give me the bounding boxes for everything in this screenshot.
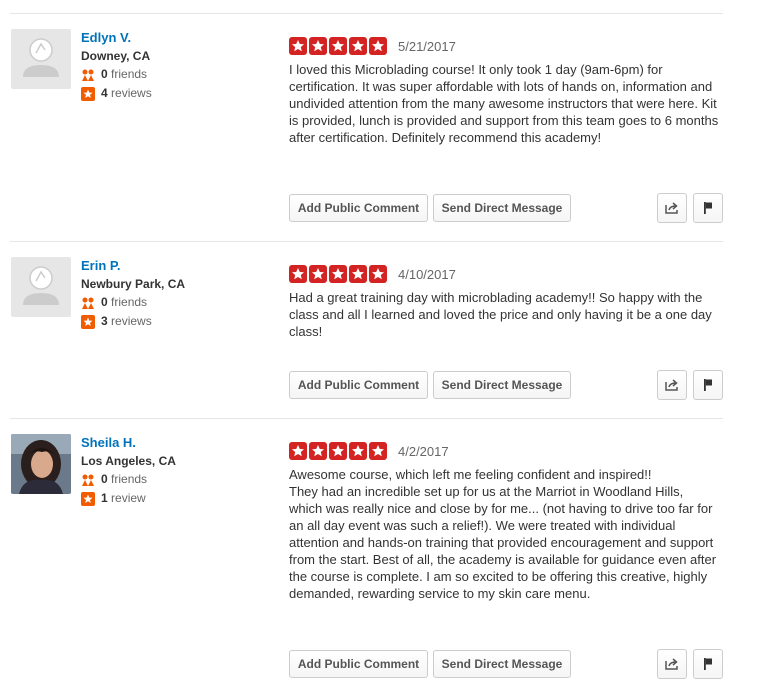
review-date: 4/2/2017 [398, 444, 449, 459]
default-avatar-icon [23, 38, 59, 77]
review-date: 4/10/2017 [398, 267, 456, 282]
star-icon [349, 442, 367, 460]
star-icon [369, 37, 387, 55]
add-public-comment-button[interactable]: Add Public Comment [289, 650, 428, 678]
flag-button[interactable] [693, 370, 723, 400]
star-rating [289, 442, 387, 460]
user-location: Los Angeles, CA [81, 454, 176, 468]
friends-count: 0 friends [81, 295, 147, 309]
reviews-count: 1 review [81, 491, 146, 506]
star-icon [349, 37, 367, 55]
add-public-comment-button[interactable]: Add Public Comment [289, 194, 428, 222]
flag-icon [704, 202, 712, 214]
share-icon [665, 658, 678, 670]
send-direct-message-button[interactable]: Send Direct Message [433, 371, 571, 399]
flag-icon [704, 379, 712, 391]
user-avatar[interactable] [11, 257, 71, 317]
review-text: I loved this Microblading course! It onl… [289, 62, 719, 145]
user-location: Downey, CA [81, 49, 151, 63]
review-text: Awesome course, which left me feeling co… [289, 467, 717, 601]
friends-count: 0 friends [81, 472, 147, 486]
flag-button[interactable] [693, 193, 723, 223]
share-button[interactable] [657, 649, 687, 679]
user-avatar[interactable] [11, 29, 71, 89]
star-icon [369, 265, 387, 283]
divider [10, 241, 723, 242]
friends-icon [82, 474, 94, 486]
star-icon [329, 442, 347, 460]
send-direct-message-button[interactable]: Send Direct Message [433, 650, 571, 678]
default-avatar-icon [23, 266, 59, 305]
star-icon [289, 37, 307, 55]
flag-icon [704, 658, 712, 670]
share-icon [665, 202, 678, 214]
reviews-count: 3 reviews [81, 314, 152, 329]
friends-icon [82, 69, 94, 81]
divider [10, 13, 723, 14]
friends-count: 0 friends [81, 67, 147, 81]
star-icon [329, 37, 347, 55]
star-icon [309, 442, 327, 460]
send-direct-message-button[interactable]: Send Direct Message [433, 194, 571, 222]
user-name[interactable]: Edlyn V. [81, 30, 131, 45]
review-date: 5/21/2017 [398, 39, 456, 54]
share-button[interactable] [657, 193, 687, 223]
star-icon [309, 265, 327, 283]
user-avatar-photo[interactable] [11, 434, 71, 494]
flag-button[interactable] [693, 649, 723, 679]
user-photo-icon [11, 434, 71, 494]
user-name[interactable]: Sheila H. [81, 435, 136, 450]
add-public-comment-button[interactable]: Add Public Comment [289, 371, 428, 399]
star-badge-icon [81, 314, 95, 329]
reviews-count: 4 reviews [81, 86, 152, 101]
star-badge-icon [81, 491, 95, 506]
star-icon [289, 442, 307, 460]
star-rating [289, 37, 387, 55]
divider [10, 418, 723, 419]
share-button[interactable] [657, 370, 687, 400]
star-icon [369, 442, 387, 460]
star-icon [289, 265, 307, 283]
user-name[interactable]: Erin P. [81, 258, 121, 273]
review-text: Had a great training day with microbladi… [289, 290, 712, 339]
star-badge-icon [81, 86, 95, 101]
user-location: Newbury Park, CA [81, 277, 186, 291]
star-icon [309, 37, 327, 55]
star-icon [349, 265, 367, 283]
star-rating [289, 265, 387, 283]
star-icon [329, 265, 347, 283]
share-icon [665, 379, 678, 391]
friends-icon [82, 297, 94, 309]
